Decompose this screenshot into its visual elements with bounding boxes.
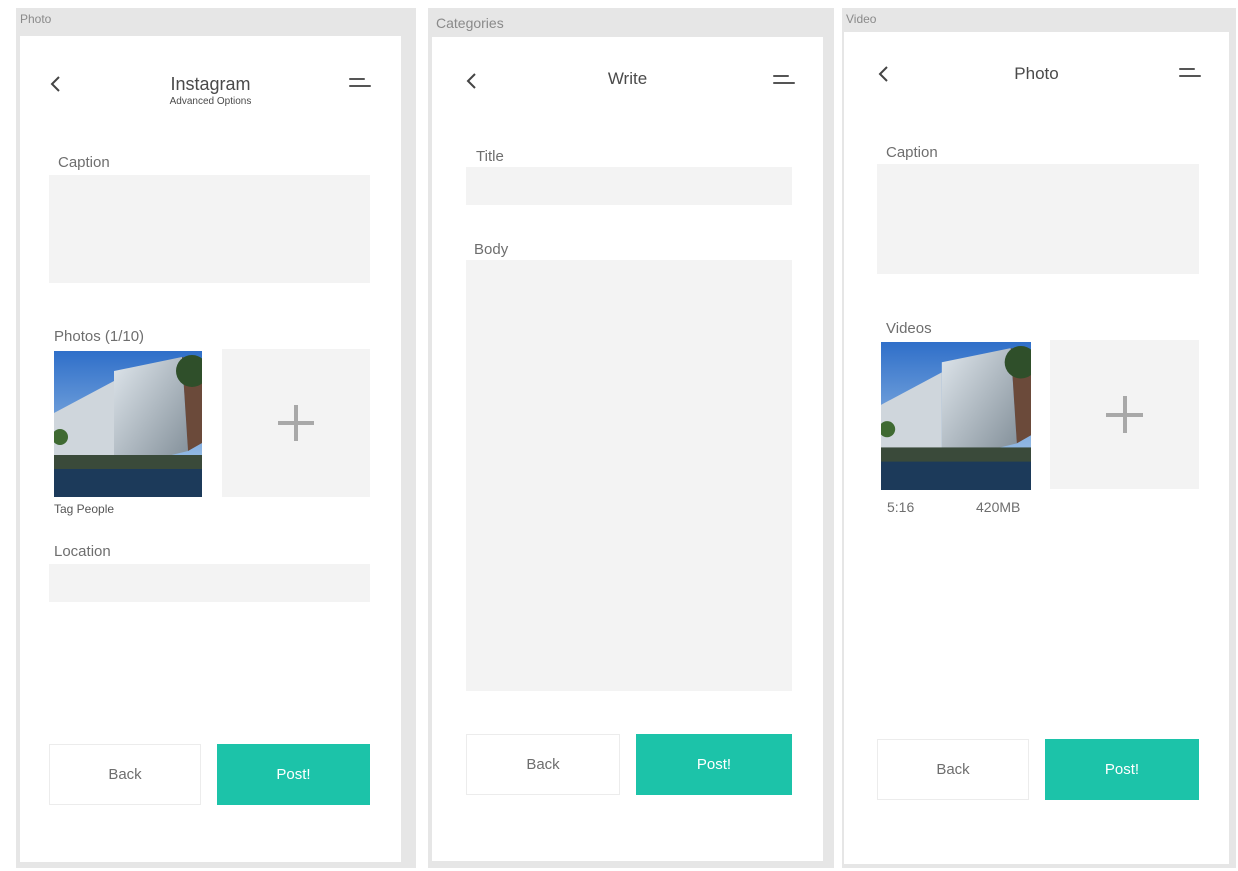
video-screen-frame: Video Photo Caption Videos 5:16 420MB Ba… xyxy=(842,8,1236,868)
menu-lines-icon[interactable] xyxy=(349,78,371,92)
page-title: Write xyxy=(607,69,648,88)
menu-lines-icon[interactable] xyxy=(1179,68,1201,82)
location-input[interactable] xyxy=(49,564,370,602)
write-screen: Write Title Body Back Post! xyxy=(432,37,823,861)
post-button[interactable]: Post! xyxy=(636,734,792,795)
photo-screen-frame: Photo Instagram Advanced Options Caption… xyxy=(16,8,416,868)
frame-label: Video xyxy=(846,12,877,26)
video-screen: Photo Caption Videos 5:16 420MB Back Pos… xyxy=(844,32,1229,864)
photos-label: Photos (1/10) xyxy=(54,328,145,345)
add-video-button[interactable] xyxy=(1050,340,1199,489)
photo-screen: Instagram Advanced Options Caption Photo… xyxy=(20,36,401,862)
caption-label: Caption xyxy=(886,144,938,161)
page-title: Photo xyxy=(1014,64,1059,83)
video-duration: 5:16 xyxy=(887,499,915,515)
tag-people-link[interactable]: Tag People xyxy=(54,502,114,516)
post-button[interactable]: Post! xyxy=(1045,739,1199,800)
caption-input[interactable] xyxy=(877,164,1199,274)
page-title: Instagram xyxy=(170,74,251,94)
caption-input[interactable] xyxy=(49,175,370,283)
location-label: Location xyxy=(54,543,111,560)
frame-label: Photo xyxy=(20,12,52,26)
body-label: Body xyxy=(474,241,509,258)
back-button[interactable]: Back xyxy=(49,744,201,805)
back-button[interactable]: Back xyxy=(877,739,1029,800)
title-label: Title xyxy=(476,148,504,165)
post-button[interactable]: Post! xyxy=(217,744,370,805)
categories-screen-frame: Categories Write Title Body Back Post! xyxy=(428,8,834,868)
video-thumbnail[interactable] xyxy=(881,342,1031,490)
menu-lines-icon[interactable] xyxy=(773,75,795,89)
body-textarea[interactable] xyxy=(466,260,792,691)
caption-label: Caption xyxy=(58,154,110,171)
page-subtitle: Advanced Options xyxy=(169,96,252,107)
add-photo-button[interactable] xyxy=(222,349,370,497)
videos-label: Videos xyxy=(886,320,932,337)
photo-thumbnail[interactable] xyxy=(54,351,202,497)
back-button[interactable]: Back xyxy=(466,734,620,795)
frame-label: Categories xyxy=(436,15,504,31)
video-file-size: 420MB xyxy=(976,499,1021,515)
title-input[interactable] xyxy=(466,167,792,205)
